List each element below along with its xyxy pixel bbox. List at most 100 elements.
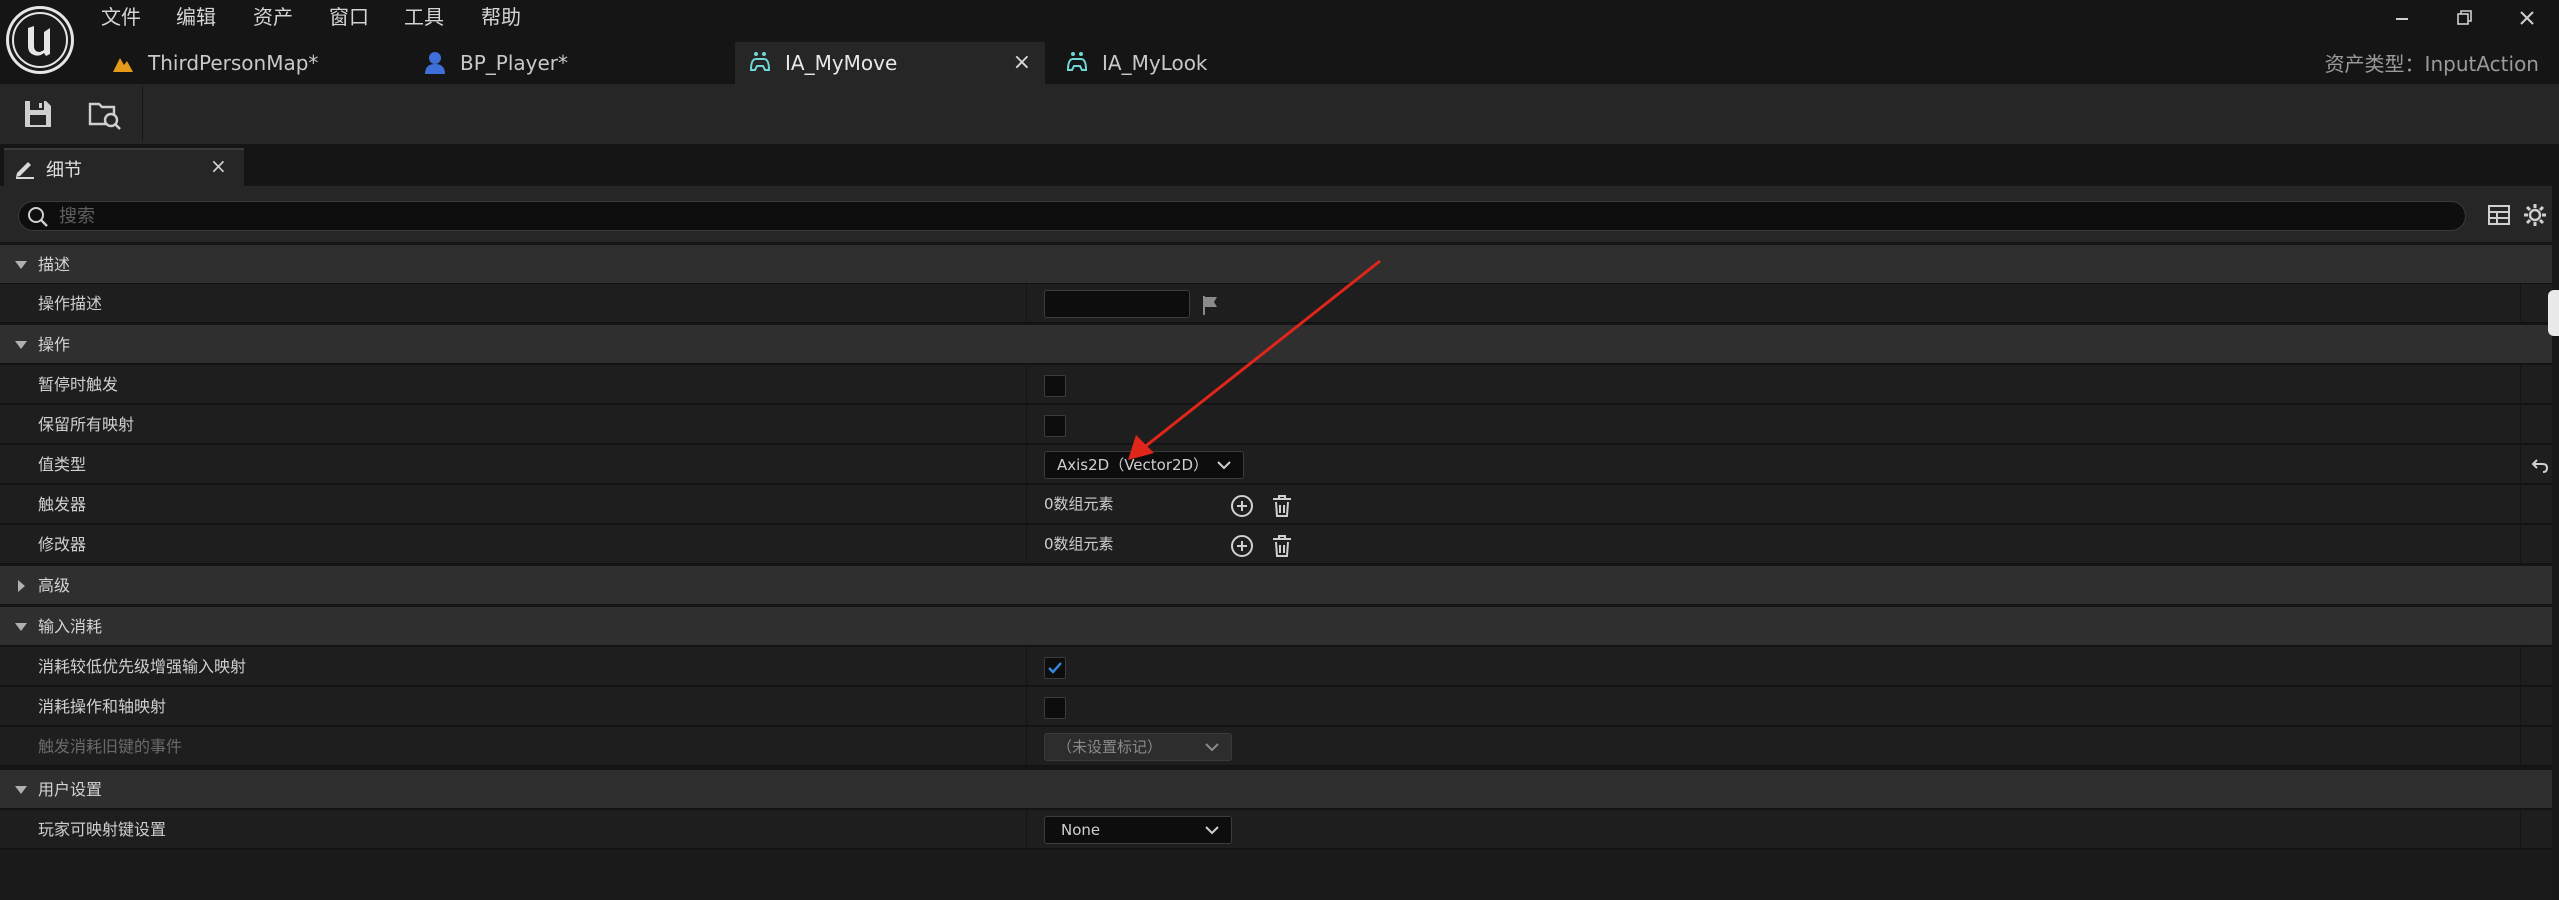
column-splitter[interactable] — [1026, 445, 1027, 484]
restore-button[interactable] — [2444, 4, 2484, 32]
property-label: 值类型 — [38, 455, 87, 474]
property-label: 玩家可映射键设置 — [38, 820, 167, 839]
expand-arrow-icon — [14, 579, 28, 593]
column-splitter[interactable] — [1026, 485, 1027, 524]
menu-help[interactable]: 帮助 — [481, 3, 521, 31]
chevron-down-icon — [1205, 826, 1219, 835]
checkmark-icon — [1048, 662, 1062, 674]
column-splitter[interactable] — [1026, 405, 1027, 444]
menu-edit[interactable]: 编辑 — [176, 3, 216, 31]
property-label: 触发消耗旧键的事件 — [38, 737, 183, 756]
save-icon — [25, 101, 51, 127]
column-splitter[interactable] — [1026, 810, 1027, 849]
close-tab-icon[interactable]: × — [1013, 50, 1031, 75]
search-input[interactable] — [59, 202, 2449, 230]
property-label: 消耗较低优先级增强输入映射 — [38, 657, 247, 676]
unreal-logo[interactable] — [6, 6, 74, 74]
consume-action-axis-checkbox[interactable] — [1044, 697, 1066, 719]
menu-asset[interactable]: 资产 — [253, 3, 293, 31]
close-window-button[interactable] — [2507, 4, 2547, 32]
row-consume-action-axis: 消耗操作和轴映射 — [0, 687, 2552, 726]
delete-all-icon[interactable] — [1270, 494, 1294, 518]
collapse-arrow-icon — [14, 258, 28, 272]
tab-thirdpersonmap[interactable]: ThirdPersonMap* — [96, 42, 396, 84]
menu-window[interactable]: 窗口 — [329, 3, 369, 31]
category-label: 输入消耗 — [38, 617, 103, 636]
column-splitter[interactable] — [1026, 647, 1027, 686]
search-box[interactable] — [18, 201, 2466, 231]
tab-ia-mylook[interactable]: IA_MyLook — [1052, 42, 1362, 84]
property-label: 保留所有映射 — [38, 415, 135, 434]
category-label: 高级 — [38, 576, 71, 595]
tab-label: BP_Player* — [460, 51, 569, 75]
scrollbar-track[interactable] — [2552, 240, 2559, 900]
category-user-settings[interactable]: 用户设置 — [0, 770, 2552, 809]
menu-tools[interactable]: 工具 — [404, 3, 444, 31]
annotation-arrow — [1128, 259, 1381, 460]
toolbar — [0, 84, 2559, 144]
collapse-arrow-icon — [14, 338, 28, 352]
property-matrix-icon[interactable] — [2487, 203, 2511, 227]
column-splitter[interactable] — [1026, 687, 1027, 726]
chevron-down-icon — [1205, 743, 1219, 752]
property-label: 操作描述 — [38, 294, 103, 313]
category-label: 描述 — [38, 255, 71, 274]
reserve-all-mappings-checkbox[interactable] — [1044, 415, 1066, 437]
column-splitter[interactable] — [1026, 365, 1027, 404]
category-input-consumption[interactable]: 输入消耗 — [0, 607, 2552, 646]
asset-type-label: 资产类型：InputAction — [2324, 52, 2539, 76]
browse-to-asset-button[interactable] — [84, 94, 124, 134]
row-player-mappable-settings: 玩家可映射键设置 None — [0, 810, 2552, 849]
array-count: 0数组元素 — [1044, 495, 1114, 513]
trigger-events-dropdown[interactable]: （未设置标记） — [1044, 733, 1232, 761]
tab-label: ThirdPersonMap* — [148, 51, 319, 75]
row-triggers: 触发器 0数组元素 — [0, 485, 2552, 524]
column-splitter[interactable] — [1026, 727, 1027, 766]
browse-to-asset-icon — [88, 102, 121, 130]
column-splitter[interactable] — [1026, 284, 1027, 323]
tab-bp-player[interactable]: BP_Player* — [410, 42, 730, 84]
tab-ia-mymove[interactable]: IA_MyMove × — [735, 42, 1045, 84]
row-trigger-events: 触发消耗旧键的事件 （未设置标记） — [0, 727, 2552, 766]
minimize-button[interactable] — [2382, 4, 2422, 32]
save-button[interactable] — [18, 94, 58, 134]
blueprint-pawn-icon — [422, 50, 448, 76]
category-label: 操作 — [38, 335, 71, 354]
input-action-icon — [747, 50, 773, 76]
category-label: 用户设置 — [38, 780, 103, 799]
add-element-icon[interactable] — [1230, 494, 1254, 518]
menu-file[interactable]: 文件 — [101, 3, 141, 31]
row-modifiers: 修改器 0数组元素 — [0, 525, 2552, 564]
reset-to-default-icon[interactable] — [2530, 455, 2550, 475]
tab-label: IA_MyLook — [1102, 51, 1208, 75]
row-consume-lower-priority: 消耗较低优先级增强输入映射 — [0, 647, 2552, 686]
collapse-arrow-icon — [14, 620, 28, 634]
delete-all-icon[interactable] — [1270, 534, 1294, 558]
add-element-icon[interactable] — [1230, 534, 1254, 558]
settings-gear-icon[interactable] — [2522, 202, 2548, 228]
property-label: 消耗操作和轴映射 — [38, 697, 167, 716]
details-panel-tab[interactable]: 细节 × — [4, 148, 244, 186]
collapse-arrow-icon — [14, 783, 28, 797]
consume-lower-priority-checkbox[interactable] — [1044, 657, 1066, 679]
player-mappable-dropdown[interactable]: None — [1044, 816, 1232, 844]
edit-icon — [14, 157, 36, 179]
input-action-icon — [1064, 50, 1090, 76]
property-label: 触发器 — [38, 495, 87, 514]
details-tab-label: 细节 — [46, 160, 82, 181]
trigger-when-paused-checkbox[interactable] — [1044, 375, 1066, 397]
array-count: 0数组元素 — [1044, 535, 1114, 553]
column-splitter[interactable] — [1026, 525, 1027, 564]
property-label: 暂停时触发 — [38, 375, 119, 394]
dropdown-value: None — [1061, 821, 1101, 839]
tab-label: IA_MyMove — [785, 51, 898, 75]
category-advanced[interactable]: 高级 — [0, 566, 2552, 605]
dropdown-value: （未设置标记） — [1057, 738, 1163, 756]
toolbar-separator — [142, 86, 143, 142]
close-panel-icon[interactable]: × — [210, 154, 227, 178]
map-icon — [110, 50, 136, 76]
search-icon — [27, 206, 49, 228]
property-label: 修改器 — [38, 535, 87, 554]
panel-empty-area — [0, 850, 2552, 900]
scrollbar-thumb[interactable] — [2548, 290, 2559, 336]
